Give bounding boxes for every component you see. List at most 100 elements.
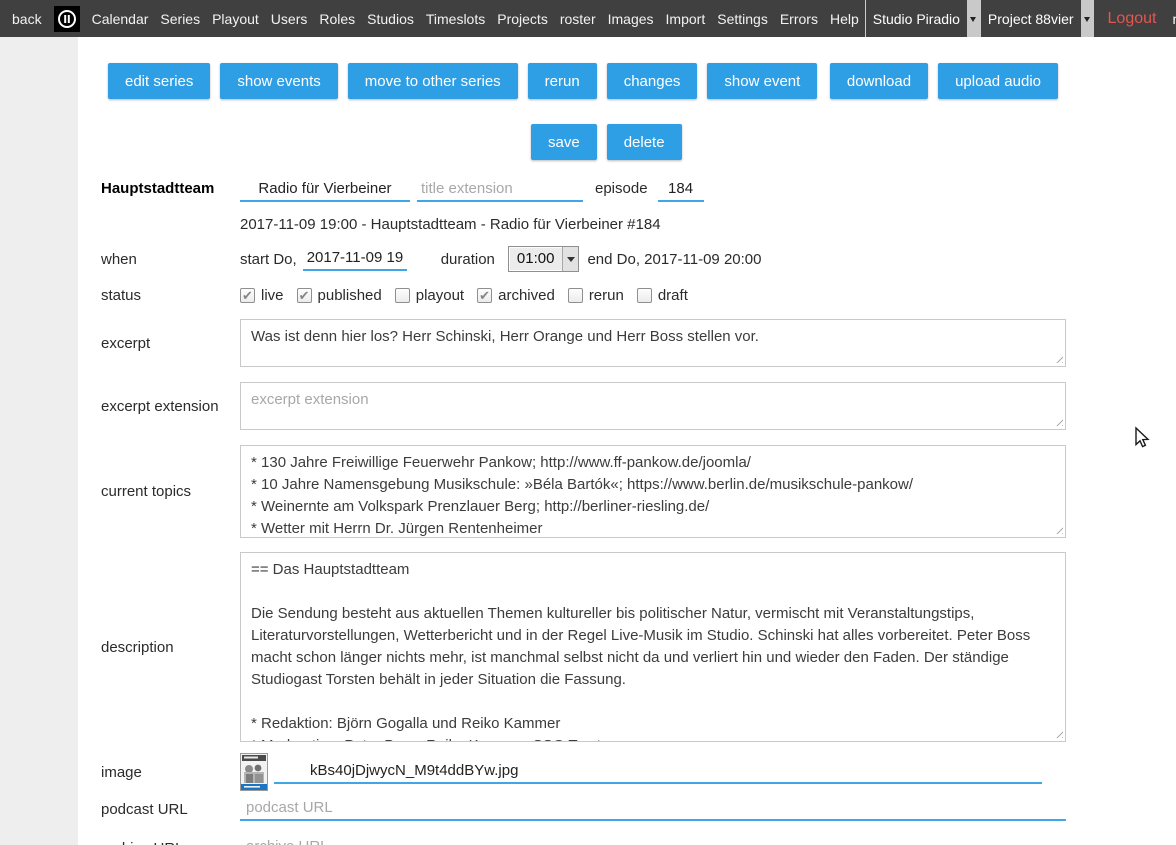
- upload-audio-button[interactable]: upload audio: [938, 63, 1058, 99]
- navbar-right-group: Studio Piradio Project 88vier Logout mil…: [865, 0, 1176, 37]
- image-filename-input[interactable]: [274, 760, 1042, 784]
- page: back Calendar Series Playout Users Roles…: [0, 0, 1176, 845]
- studio-select-value: Studio Piradio: [866, 11, 967, 27]
- nav-errors[interactable]: Errors: [774, 11, 824, 27]
- draft-checkbox-label: draft: [658, 287, 688, 304]
- thumbnail-photo: [241, 754, 267, 790]
- rerun-checkbox[interactable]: [568, 288, 583, 303]
- chevron-down-glyph: [1084, 17, 1090, 25]
- archived-checkbox[interactable]: ✔: [477, 288, 492, 303]
- nav-roles[interactable]: Roles: [313, 11, 361, 27]
- excerpt-extension-textarea[interactable]: [240, 382, 1066, 430]
- end-label: end Do, 2017-11-09 20:00: [587, 251, 761, 268]
- status-label: status: [101, 287, 240, 304]
- nav-help[interactable]: Help: [824, 11, 865, 27]
- status-option-draft: draft: [637, 287, 688, 304]
- show-events-button[interactable]: show events: [220, 63, 337, 99]
- show-event-button[interactable]: show event: [707, 63, 817, 99]
- episode-input[interactable]: [658, 178, 704, 202]
- chevron-down-icon[interactable]: [562, 247, 578, 271]
- edit-series-button[interactable]: edit series: [108, 63, 210, 99]
- studio-select[interactable]: Studio Piradio: [865, 0, 980, 37]
- podcast-url-label: podcast URL: [101, 801, 240, 818]
- when-row: when start Do, duration 01:00 end Do, 20…: [101, 245, 1176, 273]
- nav-playout[interactable]: Playout: [206, 11, 265, 27]
- duration-select[interactable]: 01:00: [508, 246, 580, 272]
- rerun-button[interactable]: rerun: [528, 63, 597, 99]
- playout-checkbox-label: playout: [416, 287, 464, 304]
- status-option-rerun: rerun: [568, 287, 624, 304]
- start-datetime-input[interactable]: [303, 247, 407, 271]
- nav-projects[interactable]: Projects: [491, 11, 554, 27]
- published-checkbox[interactable]: ✔: [297, 288, 312, 303]
- duration-label: duration: [441, 251, 495, 268]
- description-textarea[interactable]: == Das Hauptstadtteam Die Sendung besteh…: [240, 552, 1066, 742]
- excerpt-row: excerpt Was ist denn hier los? Herr Schi…: [101, 319, 1176, 367]
- image-row: image: [101, 753, 1176, 791]
- start-label: start Do,: [240, 251, 297, 268]
- title-extension-input[interactable]: [417, 178, 583, 202]
- archive-url-input[interactable]: [240, 836, 1066, 845]
- episode-label: episode: [595, 180, 648, 197]
- live-checkbox[interactable]: ✔: [240, 288, 255, 303]
- full-title-text: 2017-11-09 19:00 - Hauptstadtteam - Radi…: [240, 216, 661, 233]
- changes-button[interactable]: changes: [607, 63, 698, 99]
- move-to-other-series-button[interactable]: move to other series: [348, 63, 518, 99]
- left-gutter: [0, 37, 78, 845]
- description-label: description: [101, 639, 240, 656]
- live-checkbox-label: live: [261, 287, 284, 304]
- title-input[interactable]: [240, 178, 410, 202]
- excerpt-textarea[interactable]: Was ist denn hier los? Herr Schinski, He…: [240, 319, 1066, 367]
- current-topics-row: current topics * 130 Jahre Freiwillige F…: [101, 445, 1176, 538]
- nav-settings[interactable]: Settings: [711, 11, 774, 27]
- excerpt-label: excerpt: [101, 335, 240, 352]
- project-select[interactable]: Project 88vier: [980, 0, 1094, 37]
- nav-calendar[interactable]: Calendar: [86, 11, 155, 27]
- status-option-published: ✔ published: [297, 287, 382, 304]
- chevron-down-icon[interactable]: [967, 0, 980, 37]
- nav-images[interactable]: Images: [602, 11, 660, 27]
- chevron-down-glyph: [970, 17, 976, 25]
- nav-import[interactable]: Import: [660, 11, 712, 27]
- save-button[interactable]: save: [531, 124, 597, 160]
- description-row: description == Das Hauptstadtteam Die Se…: [101, 552, 1176, 742]
- username-label: milan: [1166, 11, 1176, 27]
- download-button[interactable]: download: [830, 63, 928, 99]
- rerun-checkbox-label: rerun: [589, 287, 624, 304]
- podcast-url-row: podcast URL: [101, 796, 1176, 822]
- toolbar-row-2: save delete: [531, 124, 1176, 160]
- full-title-row: 2017-11-09 19:00 - Hauptstadtteam - Radi…: [101, 216, 1176, 233]
- excerpt-extension-row: excerpt extension: [101, 382, 1176, 430]
- playout-checkbox[interactable]: [395, 288, 410, 303]
- project-select-value: Project 88vier: [981, 11, 1081, 27]
- nav-series[interactable]: Series: [154, 11, 206, 27]
- archived-checkbox-label: archived: [498, 287, 555, 304]
- duration-select-value: 01:00: [509, 247, 563, 271]
- image-label: image: [101, 764, 240, 781]
- logout-link[interactable]: Logout: [1094, 10, 1167, 28]
- nav-users[interactable]: Users: [265, 11, 314, 27]
- status-option-archived: ✔ archived: [477, 287, 555, 304]
- pause-circle-icon: [57, 9, 77, 29]
- podcast-url-input[interactable]: [240, 797, 1066, 821]
- current-topics-textarea[interactable]: * 130 Jahre Freiwillige Feuerwehr Pankow…: [240, 445, 1066, 538]
- app-logo-icon[interactable]: [54, 6, 80, 32]
- main-content: edit series show events move to other se…: [78, 37, 1176, 845]
- nav-studios[interactable]: Studios: [361, 11, 420, 27]
- chevron-down-glyph: [567, 257, 575, 266]
- toolbar-row-1: edit series show events move to other se…: [108, 63, 1058, 99]
- chevron-down-icon[interactable]: [1081, 0, 1094, 37]
- when-label: when: [101, 251, 240, 268]
- nav-roster[interactable]: roster: [554, 11, 602, 27]
- status-option-playout: playout: [395, 287, 464, 304]
- toolbar-right-group: download upload audio: [830, 63, 1058, 99]
- series-name-label: Hauptstadtteam: [101, 180, 240, 197]
- top-navbar: back Calendar Series Playout Users Roles…: [0, 0, 1176, 37]
- nav-back[interactable]: back: [0, 11, 48, 27]
- title-row: Hauptstadtteam episode: [101, 178, 1176, 202]
- image-thumbnail[interactable]: [240, 753, 268, 791]
- delete-button[interactable]: delete: [607, 124, 682, 160]
- status-option-live: ✔ live: [240, 287, 284, 304]
- draft-checkbox[interactable]: [637, 288, 652, 303]
- nav-timeslots[interactable]: Timeslots: [420, 11, 491, 27]
